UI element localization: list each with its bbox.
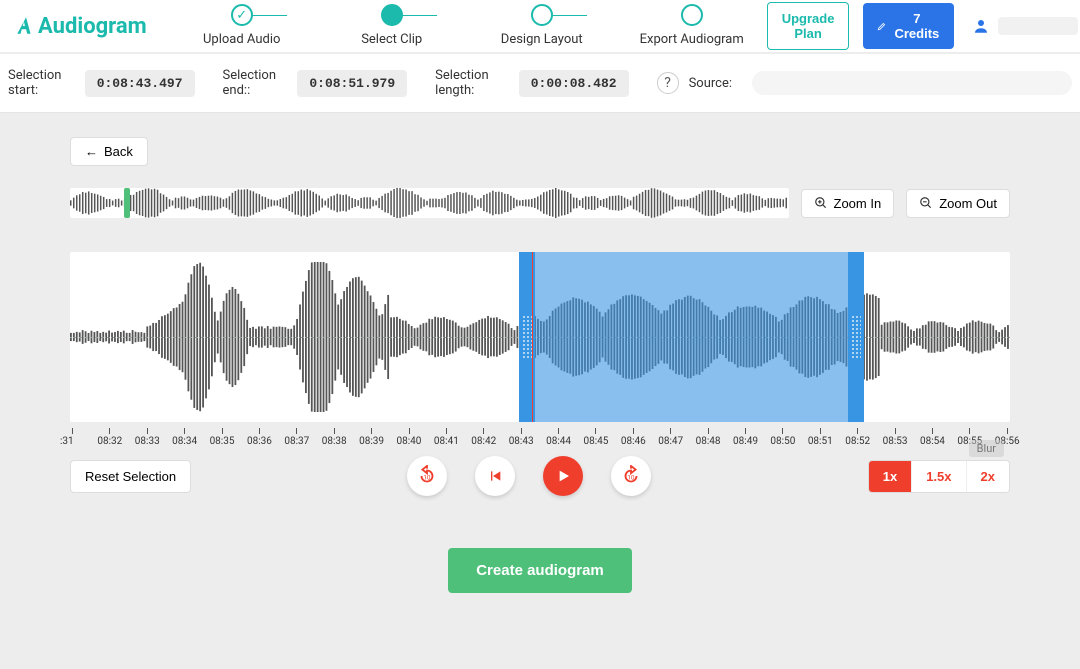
user-icon [972,17,990,35]
selection-region[interactable] [519,252,864,422]
step-export-audiogram[interactable]: Export Audiogram [617,0,767,47]
speed-2x-button[interactable]: 2x [966,461,1009,492]
zoom-in-icon [814,196,828,210]
forward-10-button[interactable]: 10 [611,456,651,496]
step-select-clip[interactable]: Select Clip [317,0,467,47]
step-design-layout[interactable]: Design Layout [467,0,617,47]
speed-1-5x-button[interactable]: 1.5x [911,461,965,492]
forward-10-icon: 10 [620,465,642,487]
speed-1x-button[interactable]: 1x [869,461,911,492]
step-pending-icon [681,4,703,26]
overview-row: Zoom In Zoom Out [70,188,1010,218]
progress-stepper: Upload Audio Select Clip Design Layout E… [167,0,767,52]
skip-previous-button[interactable] [475,456,515,496]
logo-icon [14,15,36,37]
source-value-placeholder [752,71,1072,95]
upgrade-plan-button[interactable]: Upgrade Plan [767,2,850,50]
overview-waveform[interactable] [70,188,789,218]
create-row: Create audiogram [70,548,1010,593]
arrow-left-icon: ← [85,144,98,159]
brand-text: Audiogram [38,14,147,39]
reset-selection-button[interactable]: Reset Selection [70,460,191,493]
step-check-icon [231,4,253,26]
brand-logo: Audiogram [14,14,147,39]
skip-previous-icon [487,468,503,484]
controls-row: Reset Selection 10 10 Blur 1x 1.5x 2x [70,456,1010,496]
selection-start-value: 0:08:43.497 [85,70,195,97]
selection-end-label: Selection end:: [223,68,288,98]
source-label: Source: [689,76,732,91]
credits-button[interactable]: 7 Credits [863,3,954,49]
app-header: Audiogram Upload Audio Select Clip Desig… [0,0,1080,52]
main-content: ← Back Zoom In Zoom Out :3108:3208:3308:… [0,113,1080,633]
step-pending-icon [531,4,553,26]
playback-controls: 10 10 [191,456,868,496]
rewind-10-icon: 10 [416,465,438,487]
step-upload-audio[interactable]: Upload Audio [167,0,317,47]
svg-text:10: 10 [424,474,432,482]
play-icon [555,468,571,484]
back-button[interactable]: ← Back [70,137,148,166]
create-audiogram-button[interactable]: Create audiogram [448,548,632,593]
zoom-out-button[interactable]: Zoom Out [906,189,1010,218]
playhead[interactable] [532,252,533,422]
svg-text:10: 10 [628,474,636,482]
selection-length-label: Selection length: [435,68,509,98]
rewind-10-button[interactable]: 10 [407,456,447,496]
source-help-icon[interactable]: ? [657,72,679,94]
selection-start-label: Selection start: [8,68,75,98]
blur-tag: Blur [969,440,1004,457]
selection-handle-right[interactable] [848,252,864,422]
zoom-out-icon [919,196,933,210]
waveform-area[interactable] [70,252,1010,422]
user-area[interactable] [972,17,1078,35]
selection-end-value: 0:08:51.979 [297,70,407,97]
selection-length-value: 0:00:08.482 [519,70,629,97]
source-area: ? Source: [657,71,1072,95]
play-button[interactable] [543,456,583,496]
zoom-in-button[interactable]: Zoom In [801,189,895,218]
overview-thumb[interactable] [124,188,130,218]
selection-info-bar: Selection start: 0:08:43.497 Selection e… [0,54,1080,113]
pencil-icon [877,20,887,32]
overview-waveform-svg [70,188,789,218]
step-active-icon [381,4,403,26]
user-name-placeholder [998,17,1078,35]
playback-speed-group: 1x 1.5x 2x [868,460,1010,493]
